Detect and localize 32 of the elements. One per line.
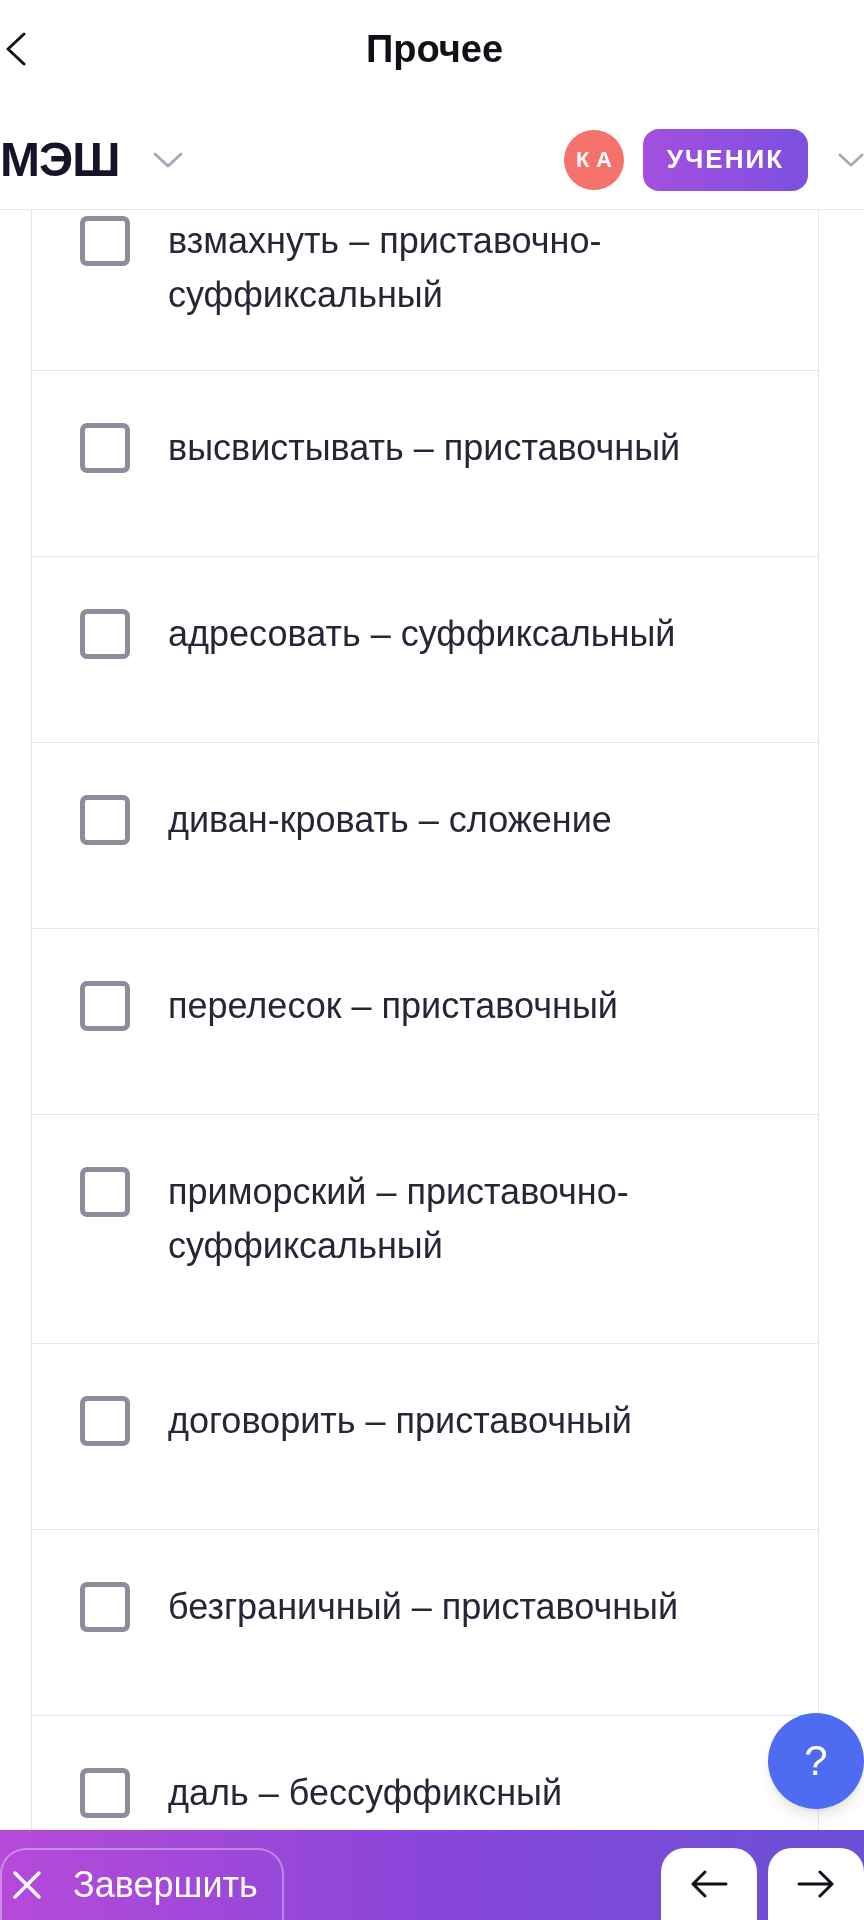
logo: МЭШ (0, 135, 120, 184)
chevron-down-icon[interactable] (152, 151, 183, 168)
checkbox[interactable] (80, 609, 130, 659)
finish-button[interactable]: Завершить (0, 1848, 284, 1920)
option-label: безграничный – приставочный (168, 1585, 680, 1629)
option-label: перелесок – приставочный (168, 984, 619, 1028)
checkbox[interactable] (80, 1582, 130, 1632)
chevron-down-icon[interactable] (838, 152, 864, 167)
option-label: адресовать – суффиксальный (168, 612, 677, 656)
arrow-right-icon (797, 1870, 835, 1898)
avatar: КА (564, 129, 624, 190)
help-button[interactable]: ? (768, 1713, 864, 1809)
checkbox[interactable] (80, 1396, 130, 1446)
option-label: приморский – приставочно-суффиксальный (168, 1170, 630, 1268)
back-icon[interactable] (5, 32, 27, 66)
option-label: диван-кровать – сложение (168, 798, 613, 842)
page-title: Прочее (365, 30, 504, 68)
checkbox[interactable] (80, 423, 130, 473)
checkbox[interactable] (80, 1167, 130, 1217)
checkbox[interactable] (80, 795, 130, 845)
role-button[interactable]: УЧЕНИК (643, 128, 808, 191)
checkbox[interactable] (80, 981, 130, 1031)
option-label: даль – бессуффиксный (168, 1771, 563, 1815)
close-icon (12, 1870, 42, 1900)
option-label: высвистывать – приставочный (168, 426, 682, 470)
option-label: договорить – приставочный (168, 1399, 633, 1443)
checkbox[interactable] (80, 1768, 130, 1818)
checkbox[interactable] (80, 216, 130, 266)
next-button[interactable] (768, 1848, 864, 1920)
previous-button[interactable] (661, 1848, 757, 1920)
arrow-left-icon (690, 1870, 728, 1898)
option-label: взмахнуть – приставочно-суффиксальный (168, 219, 603, 317)
